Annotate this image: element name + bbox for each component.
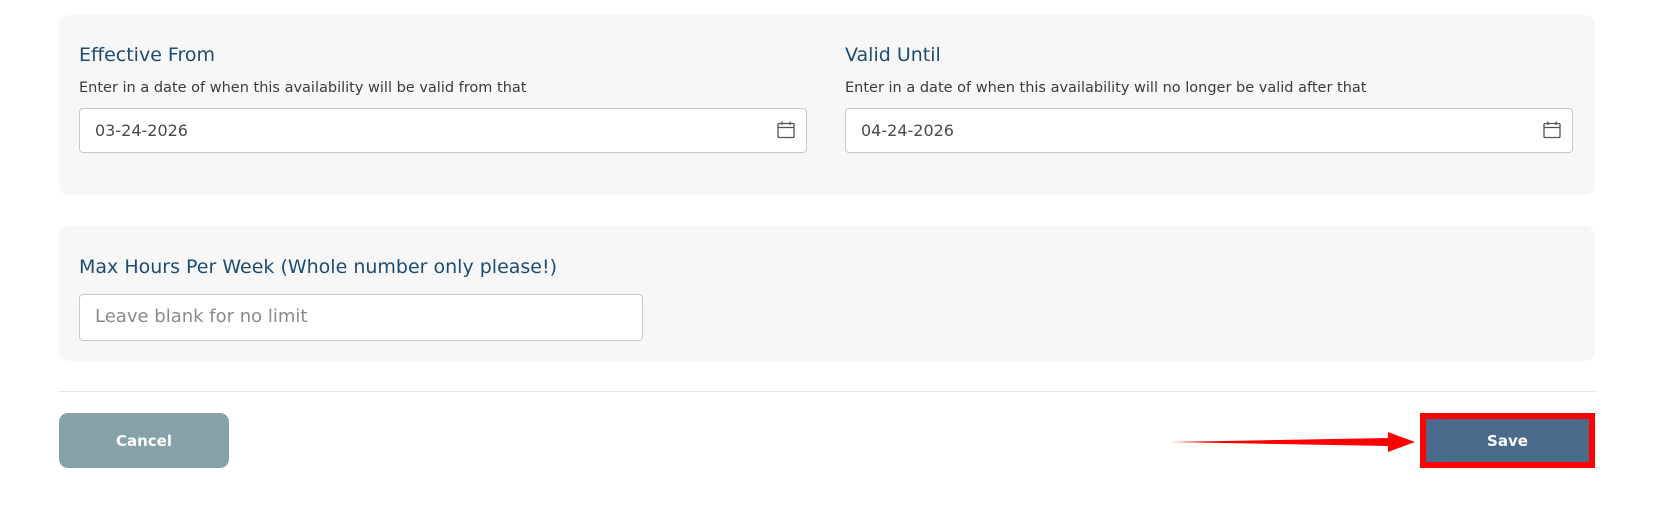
valid-until-help: Enter in a date of when this availabilit… [845, 80, 1367, 96]
calendar-icon[interactable] [776, 120, 796, 140]
effective-from-value: 03-24-2026 [95, 121, 188, 140]
save-button[interactable]: Save [1420, 413, 1595, 468]
section-divider [59, 391, 1595, 392]
max-hours-input[interactable]: Leave blank for no limit [79, 294, 643, 341]
valid-until-date-input[interactable]: 04-24-2026 [845, 108, 1573, 153]
valid-until-title: Valid Until [845, 44, 941, 66]
effective-from-title: Effective From [79, 44, 216, 66]
cancel-button[interactable]: Cancel [59, 413, 229, 468]
valid-until-value: 04-24-2026 [861, 121, 954, 140]
effective-from-date-input[interactable]: 03-24-2026 [79, 108, 807, 153]
max-hours-title: Max Hours Per Week (Whole number only pl… [79, 256, 558, 278]
date-range-panel: Effective From Enter in a date of when t… [59, 15, 1595, 195]
red-arrow-annotation [1170, 432, 1415, 452]
max-hours-panel: Max Hours Per Week (Whole number only pl… [59, 226, 1595, 361]
max-hours-placeholder: Leave blank for no limit [95, 306, 308, 327]
effective-from-help: Enter in a date of when this availabilit… [79, 80, 527, 96]
calendar-icon[interactable] [1542, 120, 1562, 140]
